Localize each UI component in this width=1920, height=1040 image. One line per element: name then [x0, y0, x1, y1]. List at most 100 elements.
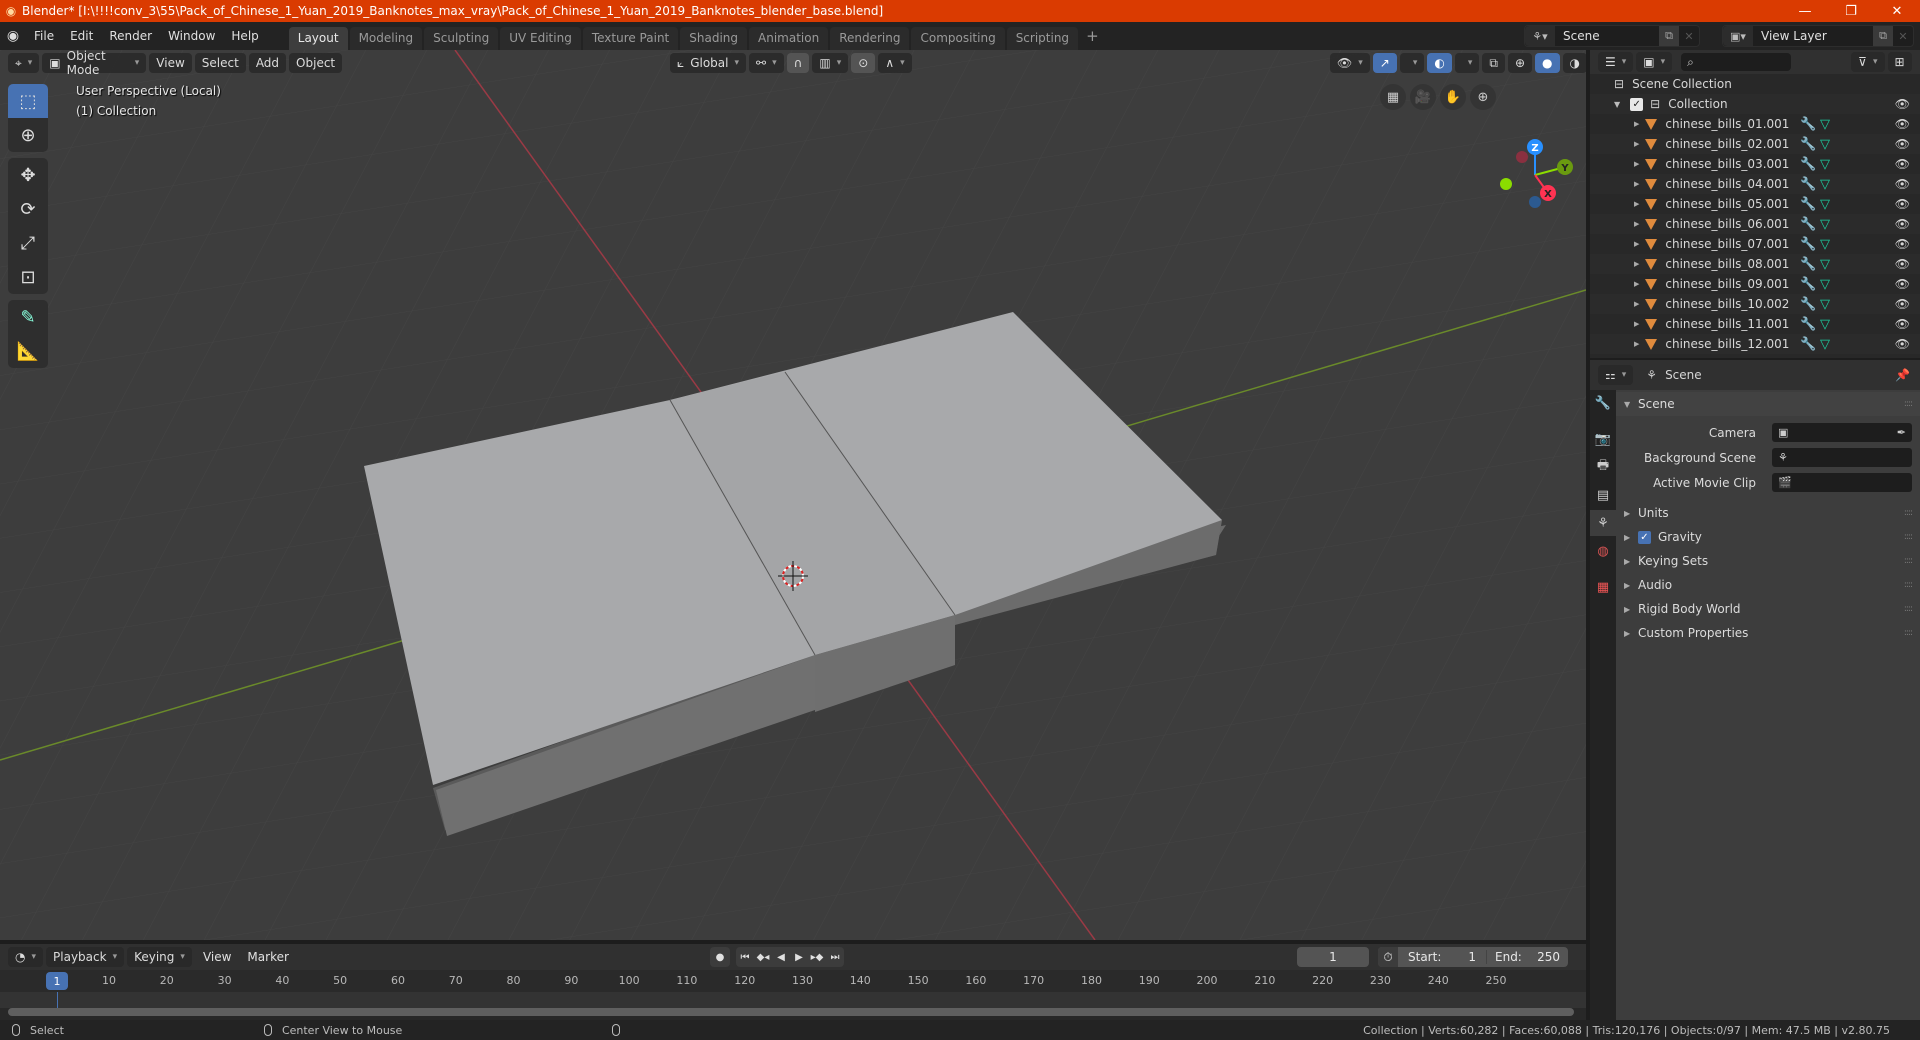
gizmo-toggle[interactable]: ↗ [1372, 53, 1397, 73]
tab-scripting[interactable]: Scripting [1006, 27, 1079, 50]
scene-collection-row[interactable]: ⊟ Scene Collection [1590, 74, 1920, 94]
drag-handle-icon[interactable]: :::: [1904, 508, 1913, 518]
select-box-tool[interactable]: ⬚ [8, 84, 48, 118]
scale-tool[interactable]: ⤢ [8, 226, 48, 260]
menu-render[interactable]: Render [101, 25, 160, 47]
shading-material-button[interactable]: ◑ [1562, 53, 1586, 73]
menu-edit[interactable]: Edit [62, 25, 101, 47]
current-frame-indicator[interactable]: 1 [46, 972, 68, 990]
eye-icon[interactable]: 👁 [1895, 277, 1910, 291]
drag-handle-icon[interactable]: :::: [1904, 399, 1913, 409]
next-keyframe-button[interactable]: ▸◆ [808, 952, 826, 963]
mesh-data-icon[interactable]: ▽ [1820, 157, 1830, 172]
measure-tool[interactable]: 📐 [8, 334, 48, 368]
collection-row[interactable]: ▼ ✓ ⊟ Collection 👁 [1590, 94, 1920, 114]
eye-icon[interactable]: 👁 [1895, 337, 1910, 351]
delete-scene-button[interactable]: ✕ [1679, 26, 1699, 46]
play-reverse-button[interactable]: ◀ [772, 952, 790, 963]
expand-arrow-icon[interactable]: ▶ [1634, 140, 1639, 148]
outliner-object-row[interactable]: ▶ chinese_bills_03.001 🔧 ▽ 👁 [1590, 154, 1920, 174]
modifier-wrench-icon[interactable]: 🔧 [1800, 297, 1816, 312]
timeline-editor-type-button[interactable]: ◔ ▾ [8, 947, 44, 967]
outliner-object-row[interactable]: ▶ chinese_bills_04.001 🔧 ▽ 👁 [1590, 174, 1920, 194]
modifier-wrench-icon[interactable]: 🔧 [1800, 277, 1816, 292]
expand-arrow-icon[interactable]: ▶ [1634, 160, 1639, 168]
move-tool[interactable]: ✥ [8, 158, 48, 192]
mesh-data-icon[interactable]: ▽ [1820, 337, 1830, 352]
pin-icon[interactable]: 📌 [1895, 368, 1910, 382]
proportional-edit-toggle[interactable]: ⊙ [851, 53, 876, 73]
new-collection-button[interactable]: ⊞ [1887, 52, 1912, 72]
tab-sculpting[interactable]: Sculpting [424, 27, 499, 50]
outliner-editor-type-button[interactable]: ☰ ▾ [1598, 52, 1634, 72]
eye-icon[interactable]: 👁 [1895, 297, 1910, 311]
blender-menu-icon[interactable]: ◉ [0, 28, 26, 44]
scene-tab[interactable]: ⚘ [1590, 510, 1616, 536]
stopwatch-icon[interactable]: ⏱ [1378, 947, 1398, 967]
frame-ruler[interactable]: 1 10 20 30 40 50 60 70 80 90 100 110 120 130 140 150 160… [0, 970, 1586, 992]
mesh-data-icon[interactable]: ▽ [1820, 257, 1830, 272]
shading-solid-button[interactable]: ● [1535, 53, 1560, 73]
eye-icon[interactable]: 👁 [1895, 157, 1910, 171]
view-layer-name-field[interactable]: View Layer [1753, 29, 1873, 43]
expand-arrow-icon[interactable]: ▶ [1634, 340, 1639, 348]
gizmo-neg-x[interactable] [1516, 151, 1528, 163]
mesh-data-icon[interactable]: ▽ [1820, 197, 1830, 212]
menu-object[interactable]: Object [289, 53, 343, 73]
play-button[interactable]: ▶ [790, 952, 808, 963]
active-movie-clip-field[interactable]: 🎬 [1772, 473, 1912, 492]
tab-uv-editing[interactable]: UV Editing [500, 27, 581, 50]
annotate-tool[interactable]: ✎ [8, 300, 48, 334]
minimize-button[interactable]: — [1782, 0, 1828, 22]
scene-selector[interactable]: ⚘▾ Scene ⧉ ✕ [1524, 25, 1700, 47]
modifier-wrench-icon[interactable]: 🔧 [1800, 157, 1816, 172]
modifier-wrench-icon[interactable]: 🔧 [1800, 117, 1816, 132]
gizmo-neg-y[interactable] [1500, 178, 1512, 190]
mesh-data-icon[interactable]: ▽ [1820, 177, 1830, 192]
texture-tab[interactable]: ▦ [1590, 574, 1616, 600]
expand-arrow-icon[interactable]: ▼ [1614, 100, 1620, 109]
display-mode-dropdown[interactable]: ▣ ▾ [1636, 52, 1673, 72]
shading-wireframe-button[interactable]: ⊕ [1507, 53, 1533, 73]
prev-keyframe-button[interactable]: ◆◂ [754, 952, 772, 963]
expand-arrow-icon[interactable]: ▶ [1634, 320, 1639, 328]
eye-icon[interactable]: 👁 [1895, 217, 1910, 231]
gizmo-dropdown[interactable]: ▾ [1399, 53, 1425, 73]
tab-modeling[interactable]: Modeling [349, 27, 423, 50]
snap-toggle[interactable]: ∩ [786, 53, 810, 73]
tab-texture-paint[interactable]: Texture Paint [582, 27, 679, 50]
subpanel-units[interactable]: ▶ Units:::: [1616, 501, 1920, 525]
overlay-toggle[interactable]: ◐ [1427, 53, 1452, 73]
modifier-wrench-icon[interactable]: 🔧 [1800, 257, 1816, 272]
tab-layout[interactable]: Layout [288, 27, 348, 50]
expand-arrow-icon[interactable]: ▶ [1634, 240, 1639, 248]
timeline-scrollbar[interactable] [8, 1008, 1574, 1016]
modifier-wrench-icon[interactable]: 🔧 [1800, 197, 1816, 212]
subpanel-audio[interactable]: ▶ Audio:::: [1616, 573, 1920, 597]
background-scene-field[interactable]: ⚘ [1772, 448, 1912, 467]
outliner-object-row[interactable]: ▶ chinese_bills_08.001 🔧 ▽ 👁 [1590, 254, 1920, 274]
maximize-button[interactable]: ❐ [1828, 0, 1874, 22]
3d-viewport[interactable]: Z Y X ⌖ ▾ ▣ Object Mode ▾ View Select Add O… [0, 50, 1586, 940]
camera-view-button[interactable]: 🎥 [1410, 84, 1436, 110]
scene-name-field[interactable]: Scene [1555, 29, 1659, 43]
outliner-object-row[interactable]: ▶ chinese_bills_06.001 🔧 ▽ 👁 [1590, 214, 1920, 234]
current-frame-field[interactable]: 1 [1297, 947, 1369, 967]
mesh-data-icon[interactable]: ▽ [1820, 317, 1830, 332]
playback-menu[interactable]: Playback ▾ [46, 947, 125, 967]
outliner-object-row[interactable]: ▶ chinese_bills_11.001 🔧 ▽ 👁 [1590, 314, 1920, 334]
tab-shading[interactable]: Shading [680, 27, 747, 50]
eye-icon[interactable]: 👁 [1895, 317, 1910, 331]
menu-file[interactable]: File [26, 25, 62, 47]
expand-arrow-icon[interactable]: ▶ [1634, 220, 1639, 228]
world-tab[interactable]: ◍ [1590, 538, 1616, 564]
mesh-data-icon[interactable]: ▽ [1820, 117, 1830, 132]
subpanel-gravity[interactable]: ▶ ✓ Gravity:::: [1616, 525, 1920, 549]
view-layer-selector[interactable]: ▣▾ View Layer ⧉ ✕ [1722, 25, 1914, 47]
close-button[interactable]: ✕ [1874, 0, 1920, 22]
gravity-checkbox[interactable]: ✓ [1638, 530, 1651, 544]
record-button[interactable]: ● [710, 947, 730, 967]
mesh-data-icon[interactable]: ▽ [1820, 297, 1830, 312]
expand-arrow-icon[interactable]: ▶ [1634, 180, 1639, 188]
outliner-object-row[interactable]: ▶ chinese_bills_05.001 🔧 ▽ 👁 [1590, 194, 1920, 214]
